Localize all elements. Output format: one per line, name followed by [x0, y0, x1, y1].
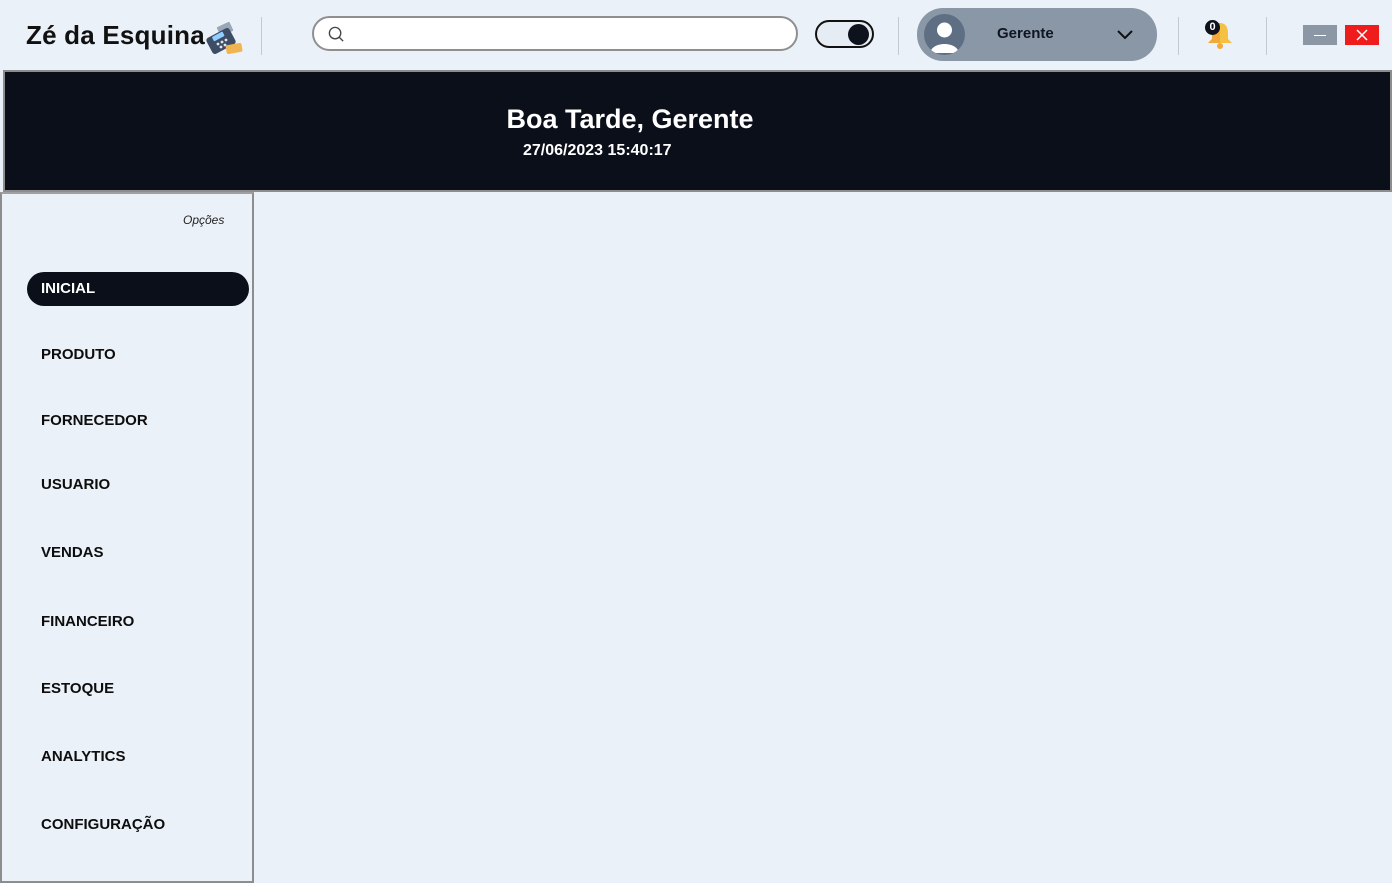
- top-bar: Zé da Esquina Gerente 0: [0, 0, 1392, 70]
- sidebar-item-label: ANALYTICS: [41, 748, 126, 765]
- current-datetime: 27/06/2023 15:40:17: [523, 142, 672, 159]
- search-icon: [328, 26, 344, 42]
- sidebar-item-label: USUARIO: [41, 476, 111, 493]
- greeting-text: Boa Tarde, Gerente: [506, 104, 754, 134]
- divider: [898, 17, 899, 55]
- sidebar: Opções INICIAL PRODUTO FORNECEDOR USUARI…: [0, 192, 254, 883]
- close-icon: [1356, 29, 1368, 41]
- sidebar-item-usuario[interactable]: USUARIO: [27, 468, 249, 502]
- toggle-knob: [848, 24, 869, 45]
- search-input[interactable]: [354, 24, 784, 44]
- sidebar-item-label: INICIAL: [41, 280, 96, 297]
- user-menu[interactable]: Gerente: [917, 8, 1157, 61]
- welcome-banner: Boa Tarde, Gerente 27/06/2023 15:40:17: [3, 70, 1392, 192]
- sidebar-item-label: FORNECEDOR: [41, 412, 148, 429]
- notification-count: 0: [1205, 20, 1220, 35]
- sidebar-item-financeiro[interactable]: FINANCEIRO: [27, 605, 249, 639]
- sidebar-item-analytics[interactable]: ANALYTICS: [27, 740, 249, 774]
- credit-card-terminal-icon: [206, 22, 243, 54]
- sidebar-item-estoque[interactable]: ESTOQUE: [27, 672, 249, 706]
- chevron-down-icon[interactable]: [1115, 25, 1135, 45]
- close-button[interactable]: [1345, 25, 1379, 45]
- user-name: Gerente: [997, 25, 1054, 42]
- divider: [1178, 17, 1179, 55]
- sidebar-item-produto[interactable]: PRODUTO: [27, 338, 249, 372]
- options-label: Opções: [183, 213, 225, 227]
- app-title: Zé da Esquina: [26, 20, 205, 50]
- app-window: Zé da Esquina Gerente 0 Boa Tarde, Geren…: [0, 0, 1392, 883]
- sidebar-item-label: VENDAS: [41, 544, 104, 561]
- sidebar-item-fornecedor[interactable]: FORNECEDOR: [27, 404, 249, 438]
- search-box[interactable]: [312, 16, 798, 51]
- sidebar-item-inicial[interactable]: INICIAL: [27, 272, 249, 306]
- user-avatar-icon: [924, 14, 965, 55]
- sidebar-item-label: CONFIGURAÇÃO: [41, 816, 166, 833]
- divider: [1266, 17, 1267, 55]
- sidebar-item-label: ESTOQUE: [41, 680, 115, 697]
- divider: [261, 17, 262, 55]
- sidebar-item-label: FINANCEIRO: [41, 613, 135, 630]
- main-content-area: [254, 192, 1392, 883]
- minimize-button[interactable]: [1303, 25, 1337, 45]
- sidebar-item-configuracao[interactable]: CONFIGURAÇÃO: [27, 808, 249, 842]
- theme-toggle[interactable]: [815, 20, 874, 48]
- sidebar-item-label: PRODUTO: [41, 346, 116, 363]
- sidebar-item-vendas[interactable]: VENDAS: [27, 536, 249, 570]
